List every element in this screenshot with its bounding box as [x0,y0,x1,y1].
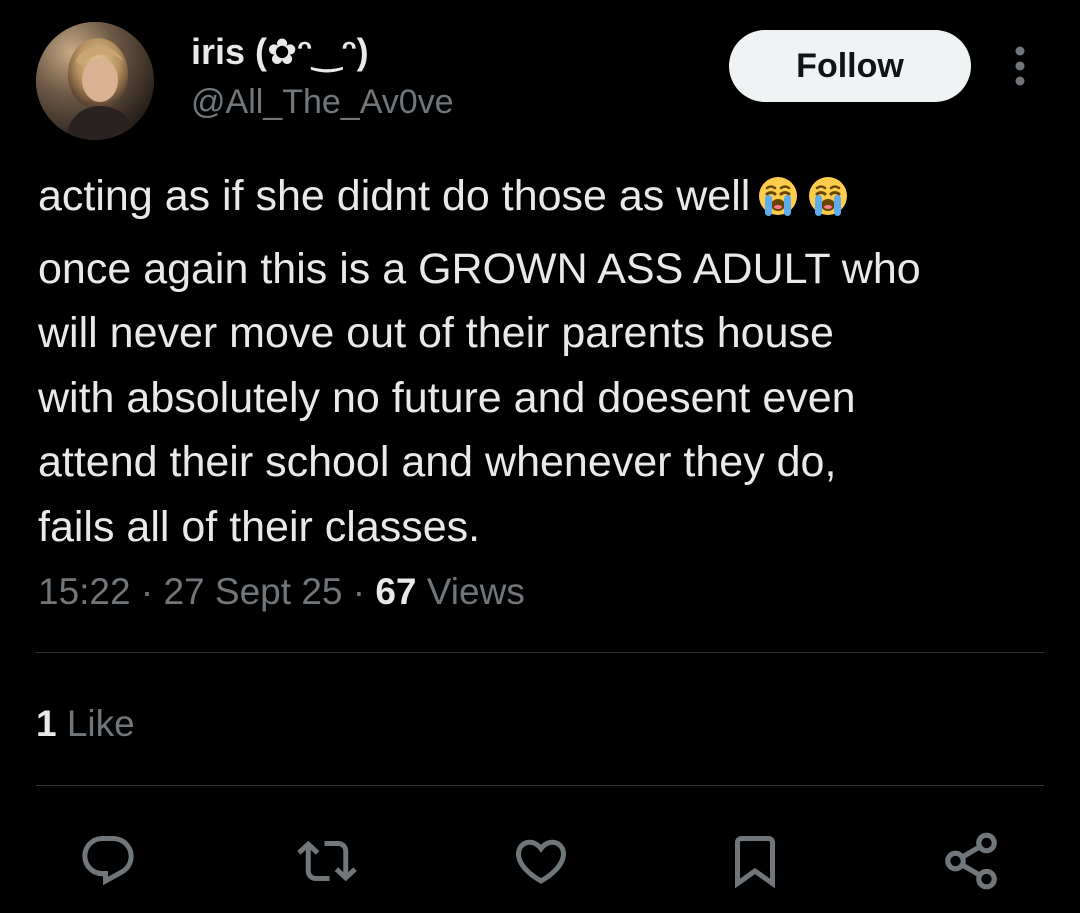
bookmark-button[interactable] [720,826,790,896]
meta-separator: · [140,571,154,612]
follow-button[interactable]: Follow [729,30,971,102]
tweet-line: acting as if she didnt do those as well [38,164,1048,237]
tweet-time[interactable]: 15:22 [38,571,131,612]
bookmark-icon [735,836,775,889]
views-label: Views [426,571,525,612]
divider [36,652,1044,653]
avatar[interactable] [36,22,154,140]
tweet-meta: 15:22 · 27 Sept 25 · 67 Views [38,568,525,616]
like-button[interactable] [506,826,576,896]
tweet-line: with absolutely no future and doesent ev… [38,373,856,422]
loudly-crying-face-icon [756,172,800,237]
tweet-text: acting as if she didnt do those as well … [38,164,1048,559]
loudly-crying-face-icon [806,172,850,237]
profile-photo-icon [36,22,154,140]
tweet-line: once again this is a GROWN ASS ADULT who [38,244,921,293]
likes-summary[interactable]: 1 Like [36,700,135,748]
heart-icon [515,839,567,884]
divider [36,785,1044,786]
reply-icon [82,836,134,886]
tweet-line: fails all of their classes. [38,502,481,551]
share-icon [945,832,997,890]
likes-count: 1 [36,703,57,744]
likes-label: Like [66,703,135,744]
author-handle[interactable]: @All_The_Av0ve [191,80,454,124]
views-count: 67 [375,571,417,612]
retweet-icon [297,840,357,882]
tweet-line: attend their school and whenever they do… [38,438,837,486]
retweet-button[interactable] [292,826,362,896]
tweet-line-text: acting as if she didnt do those as well [38,172,751,220]
tweet-date[interactable]: 27 Sept 25 [163,571,342,612]
meta-separator: · [352,571,366,612]
more-vertical-icon[interactable] [1002,44,1038,88]
reply-button[interactable] [73,826,143,896]
tweet-line: will never move out of their parents hou… [38,309,834,357]
share-button[interactable] [936,826,1006,896]
author-display-name[interactable]: iris (✿ᵔ‿ᵔ) [191,30,369,74]
